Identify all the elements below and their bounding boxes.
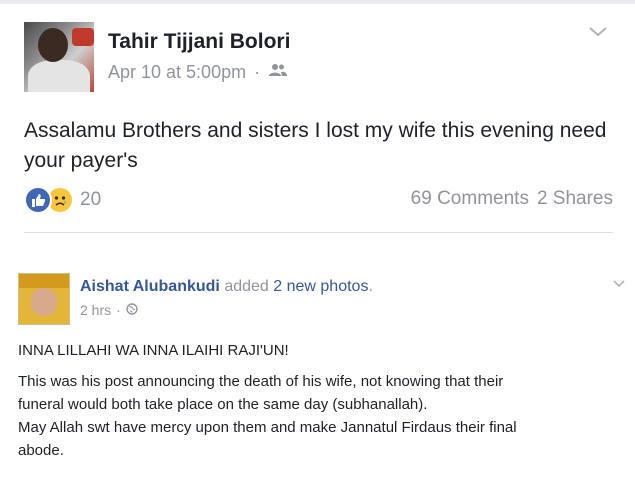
- author-avatar[interactable]: [24, 22, 94, 92]
- header-period: .: [368, 278, 373, 295]
- avatar-face: [38, 28, 68, 62]
- post-body: This was his post announcing the death o…: [18, 370, 618, 462]
- comments-count-link[interactable]: 69 Comments: [411, 188, 529, 209]
- post-separator: [0, 244, 635, 258]
- like-icon: [24, 186, 52, 214]
- author-name[interactable]: Tahir Tijjani Bolori: [108, 30, 290, 54]
- post-meta: Apr 10 at 5:00pm ·: [108, 62, 288, 83]
- post-headline: INNA LILLAHI WA INNA ILAIHI RAJI'UN!: [18, 342, 289, 359]
- shares-count-link[interactable]: 2 Shares: [537, 188, 613, 209]
- post-options-chevron-icon[interactable]: [612, 276, 626, 288]
- meta-separator: ·: [116, 302, 121, 318]
- meta-separator: ·: [254, 62, 261, 82]
- engagement-counts: 69 Comments 2 Shares: [411, 188, 613, 210]
- photos-link[interactable]: 2 new photos: [273, 278, 368, 295]
- author-name[interactable]: Aishat Alubankudi: [80, 278, 220, 295]
- post-timestamp[interactable]: Apr 10 at 5:00pm: [108, 62, 246, 83]
- post-body-line: abode.: [18, 442, 64, 459]
- post-options-chevron-icon[interactable]: [588, 24, 608, 40]
- avatar-hijab: [19, 274, 69, 288]
- reactions-summary[interactable]: 20: [24, 186, 101, 214]
- post-meta: 2 hrs ·: [80, 302, 138, 318]
- globe-icon[interactable]: [126, 302, 138, 318]
- post-body-line: May Allah swt have mercy upon them and m…: [18, 419, 517, 436]
- reaction-count: 20: [80, 189, 102, 210]
- post-text: Assalamu Brothers and sisters I lost my …: [24, 119, 607, 172]
- post-body-line: funeral would both take place on the sam…: [18, 396, 428, 413]
- post-timestamp[interactable]: 2 hrs: [80, 302, 111, 318]
- avatar-face: [31, 288, 57, 316]
- divider: [24, 232, 613, 233]
- post-action-text: added: [224, 278, 269, 295]
- author-avatar[interactable]: [18, 273, 70, 325]
- post-body-line: This was his post announcing the death o…: [18, 373, 504, 390]
- post-header: Aishat Alubankudi added 2 new photos.: [80, 278, 373, 296]
- friends-icon[interactable]: [268, 62, 288, 83]
- avatar-shirt: [28, 60, 90, 92]
- avatar-background-detail: [72, 28, 94, 46]
